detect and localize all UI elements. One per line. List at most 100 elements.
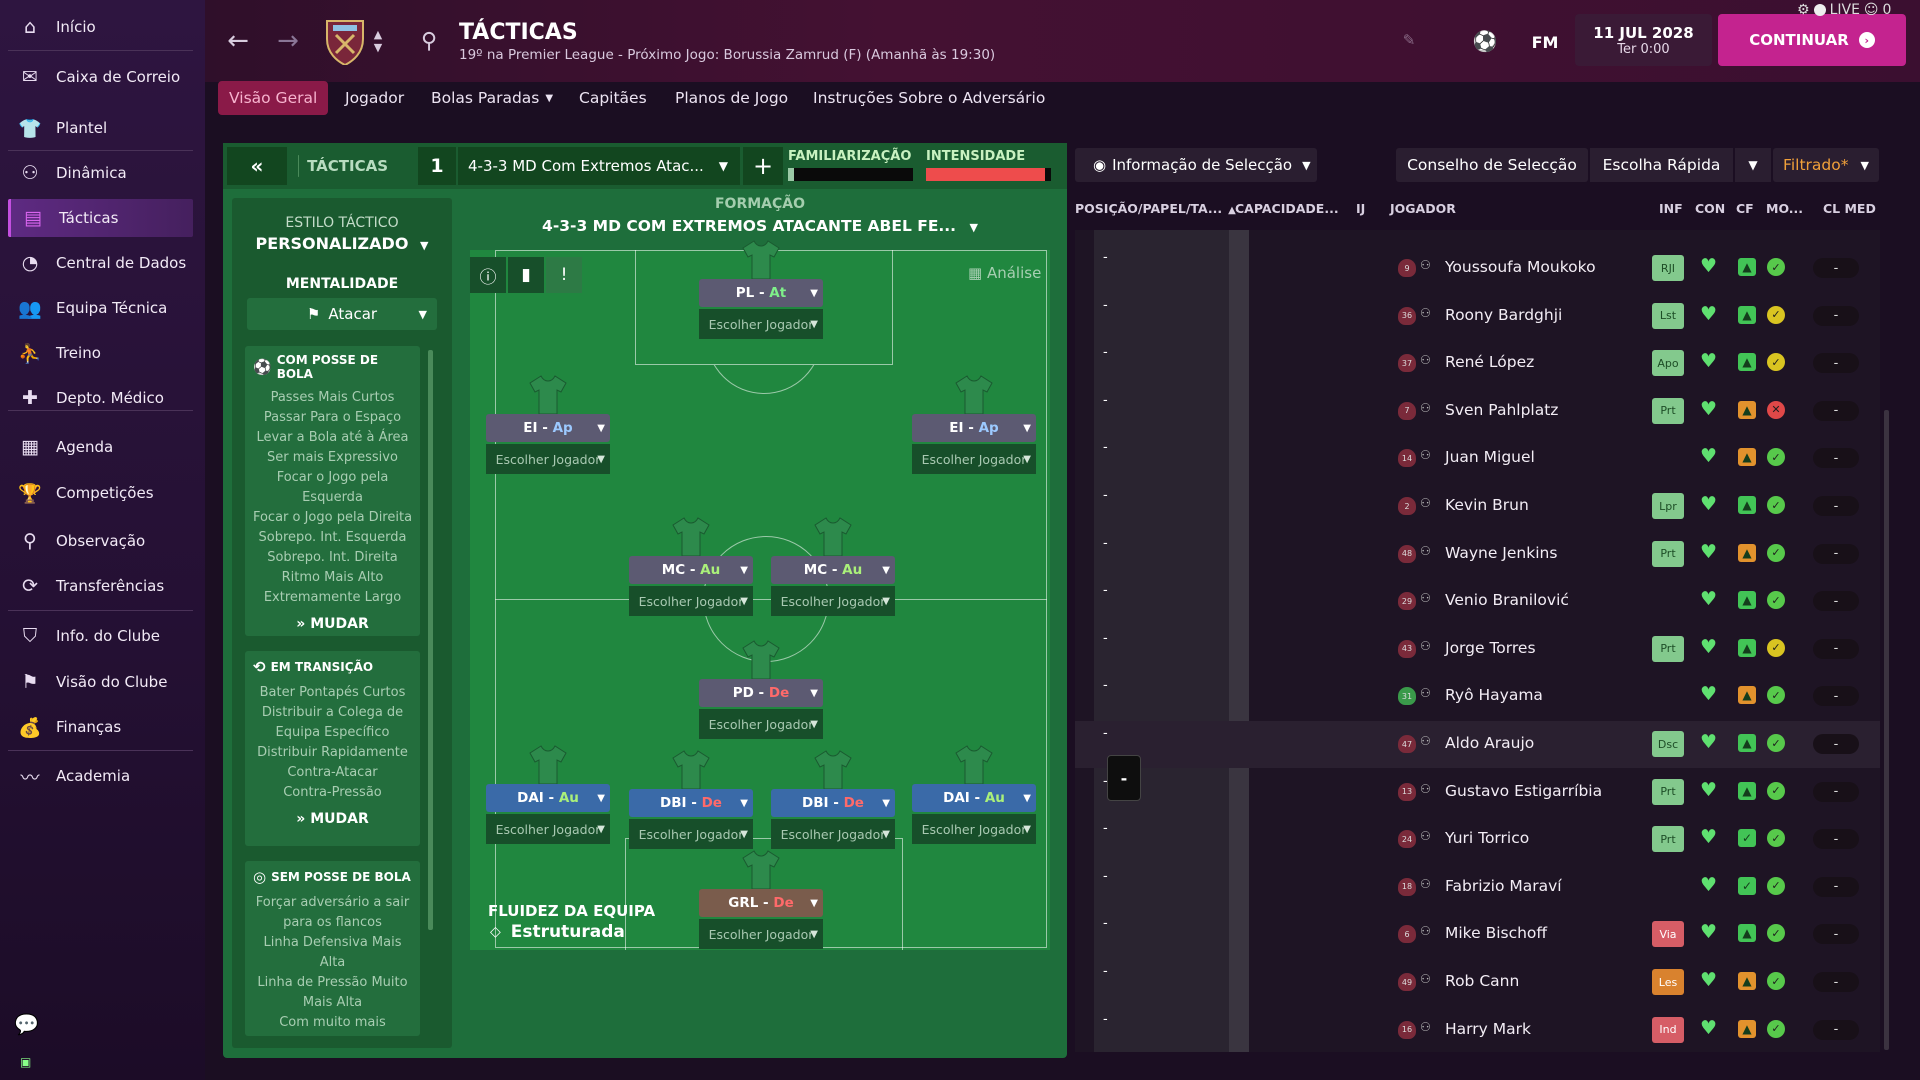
sidebar-item-9[interactable]: ▦ Agenda	[8, 428, 193, 466]
player-row[interactable]: - 37 ⚇ René López Apo ♥ ▲ ✓ -	[1075, 340, 1880, 387]
player-name[interactable]: Juan Miguel	[1445, 448, 1535, 466]
pick-player-select[interactable]: Escolher Jogador ▼	[771, 819, 895, 849]
pick-player-select[interactable]: Escolher Jogador ▼	[699, 309, 823, 339]
style-scrollbar[interactable]	[428, 350, 433, 930]
tactic-slot[interactable]: 1	[418, 147, 456, 185]
column-header[interactable]: CL MED	[1823, 201, 1876, 216]
tab-4[interactable]: Planos de Jogo	[664, 81, 799, 115]
player-row[interactable]: - 18 ⚇ Fabrizio Maraví ♥ ✓ ✓ -	[1075, 864, 1880, 911]
column-header[interactable]: JOGADOR	[1390, 201, 1456, 216]
in-possession-change-button[interactable]: » MUDAR	[245, 616, 420, 632]
player-row[interactable]: - 36 ⚇ Roony Bardghji Lst ♥ ▲ ✓ -	[1075, 293, 1880, 340]
position-slot[interactable]: DAI - Au ▼ Escolher Jogador ▼	[912, 744, 1036, 854]
position-slot[interactable]: PL - At ▼ Escolher Jogador ▼	[699, 239, 823, 349]
pick-player-select[interactable]: Escolher Jogador ▼	[486, 814, 610, 844]
tactic-select[interactable]: 4-3-3 MD Com Extremos Atac... ▼	[458, 147, 740, 185]
player-row[interactable]: - 16 ⚇ Harry Mark Ind ♥ ▲ ✓ -	[1075, 1007, 1880, 1054]
position-slot[interactable]: EI - Ap ▼ Escolher Jogador ▼	[486, 374, 610, 484]
column-header[interactable]: POSIÇÃO/PAPEL/TA... ▲	[1075, 201, 1236, 216]
column-header[interactable]: CF	[1736, 201, 1754, 216]
player-row[interactable]: - 2 ⚇ Kevin Brun Lpr ♥ ▲ ✓ -	[1075, 483, 1880, 530]
position-role-label[interactable]: PL - At ▼	[699, 279, 823, 307]
drag-handle[interactable]: -	[1107, 755, 1141, 801]
back-button[interactable]: ←	[223, 24, 253, 58]
player-row[interactable]: - 48 ⚇ Wayne Jenkins Prt ♥ ▲ ✓ -	[1075, 531, 1880, 578]
collapse-button[interactable]: «	[227, 147, 287, 185]
club-crest-icon[interactable]	[325, 17, 365, 67]
status-icon[interactable]: ▣	[20, 1055, 31, 1069]
sidebar-item-4[interactable]: ▤ Tácticas	[8, 199, 193, 237]
player-row[interactable]: - 14 ⚇ Juan Miguel ♥ ▲ ✓ -	[1075, 435, 1880, 482]
position-role-label[interactable]: DAI - Au ▼	[912, 784, 1036, 812]
player-name[interactable]: Kevin Brun	[1445, 496, 1529, 514]
tab-0[interactable]: Visão Geral	[218, 81, 329, 115]
column-header[interactable]: IJ	[1356, 201, 1365, 216]
sidebar-item-8[interactable]: ✚ Depto. Médico	[8, 379, 193, 417]
position-slot[interactable]: DBI - De ▼ Escolher Jogador ▼	[629, 749, 753, 859]
player-name[interactable]: Jorge Torres	[1445, 639, 1536, 657]
player-name[interactable]: Youssoufa Moukoko	[1445, 258, 1596, 276]
fm-menu-button[interactable]: FM	[1525, 28, 1565, 56]
mentality-select[interactable]: ⚑ Atacar ▼	[247, 298, 437, 330]
position-slot[interactable]: GRL - De ▼ Escolher Jogador ▼	[699, 849, 823, 959]
tab-3[interactable]: Capitães	[568, 81, 658, 115]
position-slot[interactable]: EI - Ap ▼ Escolher Jogador ▼	[912, 374, 1036, 484]
sidebar-item-1[interactable]: ✉ Caixa de Correio	[8, 58, 193, 96]
style-select[interactable]: PERSONALIZADO ▼	[232, 234, 452, 253]
player-name[interactable]: Harry Mark	[1445, 1020, 1531, 1038]
position-role-label[interactable]: PD - De ▼	[699, 679, 823, 707]
add-tactic-button[interactable]: +	[743, 147, 783, 185]
player-row[interactable]: - 24 ⚇ Yuri Torrico Prt ♥ ✓ ✓ -	[1075, 816, 1880, 863]
selection-advice-button[interactable]: Conselho de Selecção	[1396, 148, 1588, 182]
position-slot[interactable]: PD - De ▼ Escolher Jogador ▼	[699, 639, 823, 749]
player-row[interactable]: - 49 ⚇ Rob Cann Les ♥ ▲ ✓ -	[1075, 959, 1880, 1006]
position-role-label[interactable]: DBI - De ▼	[629, 789, 753, 817]
player-row[interactable]: - 9 ⚇ Youssoufa Moukoko RJI ♥ ▲ ✓ -	[1075, 245, 1880, 292]
player-name[interactable]: Fabrizio Maraví	[1445, 877, 1562, 895]
player-name[interactable]: Yuri Torrico	[1445, 829, 1529, 847]
column-header[interactable]: CON	[1695, 201, 1725, 216]
pick-player-select[interactable]: Escolher Jogador ▼	[699, 709, 823, 739]
chat-icon[interactable]: 💬	[14, 1012, 39, 1036]
column-header[interactable]: MO...	[1766, 201, 1803, 216]
edit-button[interactable]: ✎	[1398, 28, 1420, 52]
club-switch-button[interactable]: ▲ ▼	[370, 24, 386, 58]
tab-1[interactable]: Jogador	[334, 81, 415, 115]
info-view-button[interactable]: ⓘ	[470, 257, 506, 293]
player-name[interactable]: Wayne Jenkins	[1445, 544, 1557, 562]
player-name[interactable]: Aldo Araujo	[1445, 734, 1534, 752]
forward-button[interactable]: →	[273, 24, 303, 58]
sidebar-item-16[interactable]: 〰 Academia	[8, 757, 193, 795]
game-status-button[interactable]: ⚽	[1470, 26, 1500, 56]
continue-button[interactable]: CONTINUAR ›	[1718, 14, 1906, 66]
pick-player-select[interactable]: Escolher Jogador ▼	[771, 586, 895, 616]
fluidity-select[interactable]: ◇ Estruturada	[490, 922, 625, 942]
pick-player-select[interactable]: Escolher Jogador ▼	[629, 586, 753, 616]
position-role-label[interactable]: MC - Au ▼	[629, 556, 753, 584]
sidebar-item-10[interactable]: 🏆 Competições	[8, 474, 193, 512]
selection-info-select[interactable]: ◉ Informação de Selecção ▼	[1075, 148, 1317, 182]
sidebar-item-2[interactable]: 👕 Plantel	[8, 109, 193, 147]
tab-2[interactable]: Bolas Paradas ▼	[420, 81, 564, 115]
quick-pick-button[interactable]: Escolha Rápida	[1590, 148, 1733, 182]
status-view-button[interactable]: !	[546, 257, 582, 293]
sidebar-item-12[interactable]: ⟳ Transferências	[8, 567, 193, 605]
position-slot[interactable]: DBI - De ▼ Escolher Jogador ▼	[771, 749, 895, 859]
position-role-label[interactable]: MC - Au ▼	[771, 556, 895, 584]
pick-player-select[interactable]: Escolher Jogador ▼	[699, 919, 823, 949]
sidebar-item-15[interactable]: 💰 Finanças	[8, 708, 193, 746]
pick-player-select[interactable]: Escolher Jogador ▼	[912, 444, 1036, 474]
position-role-label[interactable]: DAI - Au ▼	[486, 784, 610, 812]
sidebar-item-7[interactable]: ⛹ Treino	[8, 334, 193, 372]
formation-select[interactable]: 4-3-3 MD COM EXTREMOS ATACANTE ABEL FE..…	[470, 217, 1050, 235]
player-name[interactable]: Gustavo Estigarríbia	[1445, 782, 1602, 800]
position-role-label[interactable]: GRL - De ▼	[699, 889, 823, 917]
pick-player-select[interactable]: Escolher Jogador ▼	[629, 819, 753, 849]
column-header[interactable]: INF	[1659, 201, 1683, 216]
sidebar-item-14[interactable]: ⚑ Visão do Clube	[8, 663, 193, 701]
sidebar-item-0[interactable]: ⌂ Início	[8, 8, 193, 46]
stats-view-button[interactable]: ▮	[508, 257, 544, 293]
pick-player-select[interactable]: Escolher Jogador ▼	[912, 814, 1036, 844]
live-indicator[interactable]: ⚙ LIVE ☺ 0	[1797, 0, 1891, 20]
player-row[interactable]: - 47 ⚇ Aldo Araujo Dsc ♥ ▲ ✓ -	[1075, 721, 1880, 768]
